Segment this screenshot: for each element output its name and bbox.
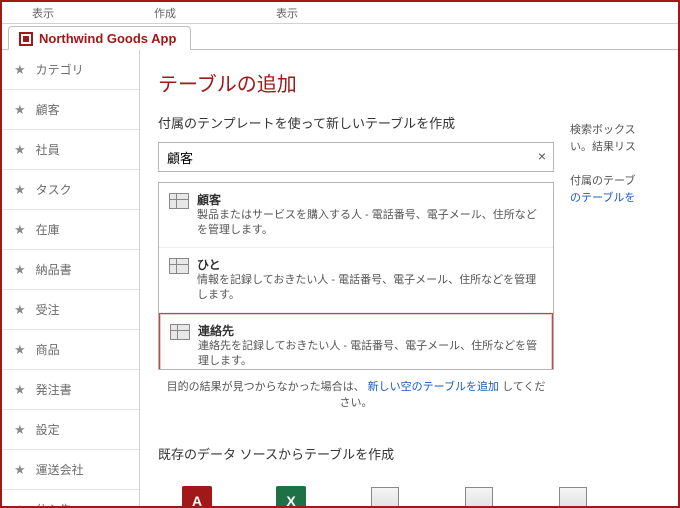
result-description: 製品またはサービスを購入する人 - 電話番号、電子メール、住所などを管理します。 bbox=[197, 208, 543, 239]
ribbon-tab[interactable]: 表示 bbox=[256, 5, 318, 21]
access-app-icon bbox=[19, 32, 33, 46]
star-icon: ★ bbox=[14, 422, 26, 438]
star-icon: ★ bbox=[14, 222, 26, 238]
template-search-input[interactable] bbox=[158, 142, 554, 172]
result-title: 顧客 bbox=[197, 191, 543, 208]
sidebar-item-label: 納品書 bbox=[36, 261, 72, 278]
star-icon: ★ bbox=[14, 342, 26, 358]
result-description: 連絡先を記録しておきたい人 - 電話番号、電子メール、住所などを管理します。 bbox=[198, 339, 542, 370]
app-title: Northwind Goods App bbox=[39, 31, 176, 46]
table-icon bbox=[169, 193, 189, 209]
side-help-link[interactable]: のテーブルを bbox=[570, 192, 635, 204]
star-icon: ★ bbox=[14, 182, 26, 198]
table-icon bbox=[170, 324, 190, 340]
no-result-hint: 目的の結果が見つからなかった場合は、 新しい空のテーブルを追加 してください。 bbox=[158, 370, 554, 418]
star-icon: ★ bbox=[14, 462, 26, 478]
navigation-sidebar: ★ カテゴリ ★ 顧客 ★ 社員 ★ タスク ★ 在庫 ★ 納品書 ★ 受注 ★ 商品 ★ 発注書 ★ 設定 ★ 運送会社… bbox=[2, 50, 140, 506]
sidebar-item-label: 社員 bbox=[36, 141, 60, 158]
sidebar-item-label: 発注書 bbox=[36, 381, 72, 398]
side-help-text: 検索ボックスい。結果リス 付属のテーブのテーブルを bbox=[570, 122, 678, 206]
sidebar-item-label: タスク bbox=[36, 181, 72, 198]
sidebar-item-label: カテゴリ bbox=[36, 61, 84, 78]
template-results-list[interactable]: 顧客製品またはサービスを購入する人 - 電話番号、電子メール、住所などを管理しま… bbox=[158, 182, 554, 370]
table-icon bbox=[169, 258, 189, 274]
star-icon: ★ bbox=[14, 262, 26, 278]
sidebar-item[interactable]: ★ タスク bbox=[2, 170, 139, 210]
sidebar-item[interactable]: ★ カテゴリ bbox=[2, 50, 139, 90]
sidebar-item[interactable]: ★ 仕入先 bbox=[2, 490, 139, 506]
result-title: 連絡先 bbox=[198, 322, 542, 339]
star-icon: ★ bbox=[14, 382, 26, 398]
star-icon: ★ bbox=[14, 102, 26, 118]
sidebar-item-label: 在庫 bbox=[36, 221, 60, 238]
clear-search-icon[interactable]: × bbox=[538, 148, 546, 164]
template-result-item[interactable]: 顧客製品またはサービスを購入する人 - 電話番号、電子メール、住所などを管理しま… bbox=[159, 183, 553, 248]
sidebar-item[interactable]: ★ 運送会社 bbox=[2, 450, 139, 490]
sidebar-item[interactable]: ★ 発注書 bbox=[2, 370, 139, 410]
sidebar-item-label: 受注 bbox=[36, 301, 60, 318]
import-source-テキスト/csv[interactable]: テキスト/CSV bbox=[444, 483, 514, 506]
result-title: ひと bbox=[197, 256, 543, 273]
new-blank-table-link[interactable]: 新しい空のテーブルを追加 bbox=[368, 381, 499, 393]
star-icon: ★ bbox=[14, 62, 26, 78]
sidebar-item-label: 仕入先 bbox=[36, 501, 72, 506]
star-icon: ★ bbox=[14, 302, 26, 318]
sidebar-item[interactable]: ★ 受注 bbox=[2, 290, 139, 330]
ribbon-tab[interactable]: 作成 bbox=[134, 5, 196, 21]
sidebar-item-label: 顧客 bbox=[36, 101, 60, 118]
datasource-icon bbox=[465, 487, 493, 506]
import-source-access[interactable]: AAccess bbox=[162, 483, 232, 506]
sidebar-item-label: 商品 bbox=[36, 341, 60, 358]
import-source-sharepoint[interactable]: SharePoint bbox=[538, 483, 608, 506]
star-icon: ★ bbox=[14, 142, 26, 158]
sidebar-item[interactable]: ★ 設定 bbox=[2, 410, 139, 450]
ribbon-tabs: 表示 作成 表示 bbox=[2, 2, 678, 24]
ribbon-tab[interactable]: 表示 bbox=[12, 5, 74, 21]
app-tab[interactable]: Northwind Goods App bbox=[8, 26, 191, 50]
import-source-sql[interactable]: SQL bbox=[350, 483, 420, 506]
sidebar-item[interactable]: ★ 在庫 bbox=[2, 210, 139, 250]
sidebar-item[interactable]: ★ 商品 bbox=[2, 330, 139, 370]
section-import-label: 既存のデータ ソースからテーブルを作成 bbox=[158, 444, 662, 463]
sidebar-item[interactable]: ★ 顧客 bbox=[2, 90, 139, 130]
app-tab-bar: Northwind Goods App bbox=[2, 24, 678, 50]
main-pane: テーブルの追加 付属のテンプレートを使って新しいテーブルを作成 × 顧客製品また… bbox=[140, 50, 678, 506]
template-result-item[interactable]: 連絡先連絡先を記録しておきたい人 - 電話番号、電子メール、住所などを管理します… bbox=[159, 313, 553, 370]
access-icon: A bbox=[182, 486, 212, 506]
template-result-item[interactable]: ひと情報を記録しておきたい人 - 電話番号、電子メール、住所などを管理します。 bbox=[159, 248, 553, 313]
page-title: テーブルの追加 bbox=[158, 68, 662, 97]
datasource-icon bbox=[559, 487, 587, 506]
result-description: 情報を記録しておきたい人 - 電話番号、電子メール、住所などを管理します。 bbox=[197, 273, 543, 304]
sidebar-item-label: 設定 bbox=[36, 421, 60, 438]
import-source-excel[interactable]: XExcel bbox=[256, 483, 326, 506]
star-icon: ★ bbox=[14, 502, 26, 507]
datasource-icon bbox=[371, 487, 399, 506]
excel-icon: X bbox=[276, 486, 306, 506]
sidebar-item-label: 運送会社 bbox=[36, 461, 84, 478]
sidebar-item[interactable]: ★ 社員 bbox=[2, 130, 139, 170]
sidebar-item[interactable]: ★ 納品書 bbox=[2, 250, 139, 290]
